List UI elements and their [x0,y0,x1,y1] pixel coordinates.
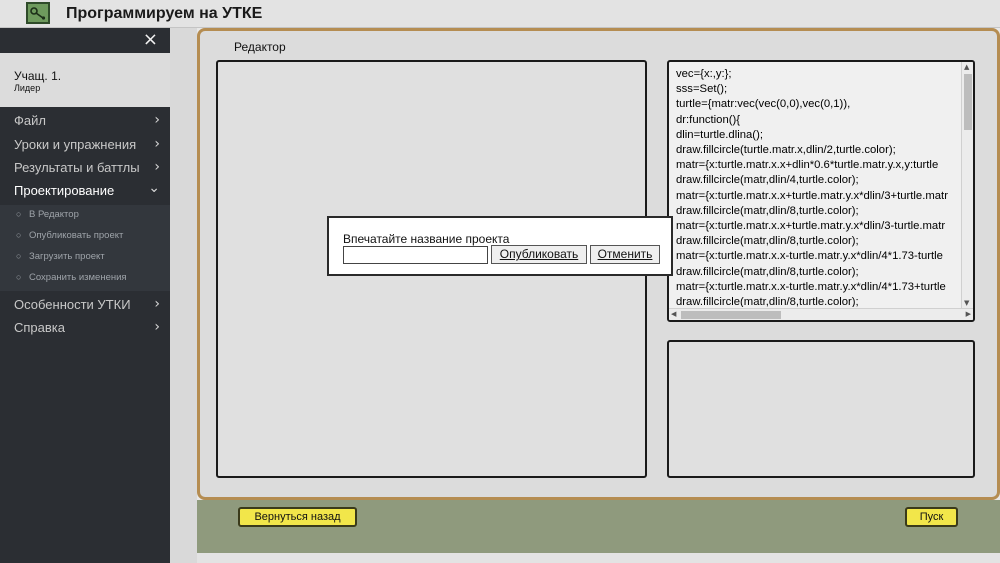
project-name-input[interactable] [343,246,488,264]
publish-button[interactable]: Опубликовать [491,245,587,264]
title-bar: Программируем на УТКЕ [0,0,1000,28]
horizontal-scrollbar[interactable]: ◀ ▶ [669,308,973,320]
bullet-icon: ○ [16,209,22,219]
sidebar-header: × [0,28,170,53]
chevron-right-icon: › [154,319,160,335]
menu-item-label: Файл [14,113,46,128]
app-title: Программируем на УТКЕ [66,5,263,22]
menu-item-lessons[interactable]: Уроки и упражнения › [0,133,170,156]
turtle-logo-icon [26,2,50,24]
submenu-item-label: Загрузить проект [29,251,105,262]
submenu-item-label: Сохранить изменения [29,272,127,283]
submenu-item-label: В Редактор [29,209,79,220]
close-icon[interactable]: × [143,30,158,50]
submenu-item-editor[interactable]: ○ В Редактор [0,205,170,225]
editor-title: Редактор [234,40,286,54]
menu-item-label: Результаты и баттлы [14,160,140,175]
turtle-logo-graphic [30,7,46,20]
menu-item-help[interactable]: Справка › [0,316,170,339]
code-text[interactable]: vec={x:,y:}; sss=Set(); turtle={matr:vec… [676,67,958,307]
scroll-up-icon[interactable]: ▲ [964,63,969,71]
horizontal-scroll-thumb[interactable] [681,311,781,319]
submenu-item-save[interactable]: ○ Сохранить изменения [0,268,170,288]
vertical-scrollbar[interactable]: ▲ ▼ [961,62,973,308]
menu-item-label: Уроки и упражнения [14,137,137,152]
chevron-down-icon: ⌄ [148,180,160,196]
menu-item-design[interactable]: Проектирование ⌄ [0,179,170,202]
menu-item-features[interactable]: Особенности УТКИ › [0,293,170,316]
run-button[interactable]: Пуск [905,507,958,527]
cancel-button[interactable]: Отменить [590,245,660,264]
chevron-right-icon: › [154,112,160,128]
user-role: Лидер [14,83,41,93]
code-editor[interactable]: vec={x:,y:}; sss=Set(); turtle={matr:vec… [667,60,975,322]
menu-item-label: Справка [14,320,65,335]
bullet-icon: ○ [16,251,22,261]
scroll-left-icon[interactable]: ◀ [671,310,676,318]
dialog-prompt: Впечатайте название проекта [343,232,510,246]
submenu-item-publish[interactable]: ○ Опубликовать проект [0,226,170,246]
menu-item-results[interactable]: Результаты и баттлы › [0,156,170,179]
bullet-icon: ○ [16,230,22,240]
scroll-down-icon[interactable]: ▼ [964,299,969,307]
design-submenu: ○ В Редактор ○ Опубликовать проект ○ Заг… [0,205,170,291]
submenu-item-label: Опубликовать проект [29,230,124,241]
scroll-right-icon[interactable]: ▶ [966,310,971,318]
sidebar: × Учащ. 1. Лидер Файл › Уроки и упражнен… [0,28,170,563]
chevron-right-icon: › [154,159,160,175]
output-panel [667,340,975,478]
bullet-icon: ○ [16,272,22,282]
vertical-scroll-thumb[interactable] [964,74,972,130]
action-bar: Вернуться назад Пуск [197,500,1000,553]
main-area: Редактор vec={x:,y:}; sss=Set(); turtle=… [197,28,1000,563]
bottom-strip [197,553,1000,563]
publish-dialog: Впечатайте название проекта Опубликовать… [327,216,673,276]
chevron-right-icon: › [154,136,160,152]
sidebar-menu: Файл › Уроки и упражнения › Результаты и… [0,107,170,563]
chevron-right-icon: › [154,296,160,312]
menu-item-label: Особенности УТКИ [14,297,131,312]
submenu-item-load[interactable]: ○ Загрузить проект [0,247,170,267]
back-button[interactable]: Вернуться назад [238,507,357,527]
user-name: Учащ. 1. [14,69,62,83]
menu-item-label: Проектирование [14,183,115,198]
menu-item-file[interactable]: Файл › [0,109,170,132]
